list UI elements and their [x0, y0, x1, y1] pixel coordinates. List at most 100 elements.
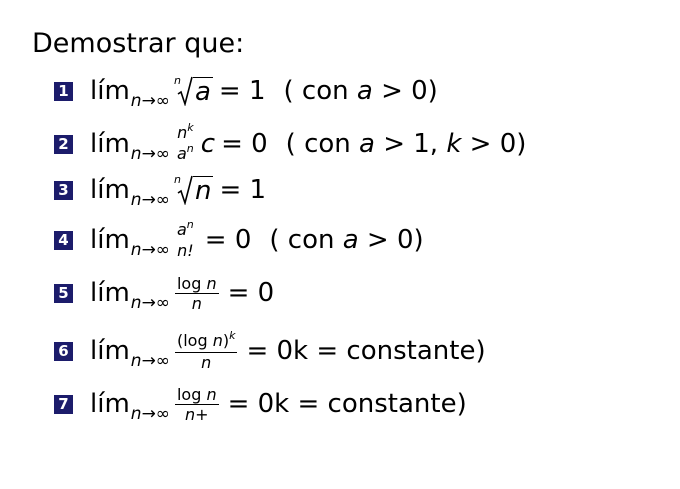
condition-open: ( con [283, 76, 349, 106]
math-expression: lím n→∞ an n! = 0 ( con a > 0) [90, 218, 424, 260]
condition-open: ( con [269, 225, 335, 255]
sub-var: n [130, 293, 142, 313]
sub-arrow: →∞ [141, 293, 170, 313]
fraction-denominator: an [175, 142, 196, 164]
math-expression: lím n→∞ (log n)k n = 0k = constante) [90, 328, 486, 372]
den-exponent: n [186, 142, 194, 155]
lim-text: lím [90, 278, 130, 308]
nth-root: n n [173, 173, 214, 206]
lim-text: lím [90, 336, 130, 366]
condition-var: a [359, 129, 375, 159]
math-expression: lím n→∞ log n n+ = 0k = constante) [90, 384, 467, 425]
limit-subscript: n→∞ [131, 190, 170, 210]
limit-operator: lím n→∞ [90, 129, 170, 164]
list-item-2: 2 lím n→∞ nk an c = 0 ( con a > 1, k > 0… [54, 121, 527, 164]
fraction-denominator: n! [177, 241, 194, 260]
fraction-numerator: log n [174, 384, 219, 405]
equation-rhs: = 1 [218, 76, 266, 106]
num-exponent: n [186, 218, 194, 231]
fraction-numerator: log n [174, 273, 219, 294]
lim-text: lím [90, 175, 130, 205]
fraction: log n n [174, 273, 219, 312]
num-exponent: k [229, 328, 236, 342]
limit-operator: lím n→∞ [90, 225, 170, 260]
fraction-numerator: (log n)k [174, 328, 238, 353]
item-number-badge: 7 [54, 394, 73, 414]
limit-subscript: n→∞ [131, 404, 170, 424]
list-item-3: 3 lím n→∞ n n = 1 [54, 170, 266, 210]
sub-arrow: →∞ [141, 144, 170, 164]
limit-subscript: n→∞ [131, 144, 170, 164]
limit-operator: lím n→∞ [90, 278, 170, 313]
limit-subscript: n→∞ [131, 91, 170, 111]
limit-subscript: n→∞ [131, 293, 170, 313]
math-expression: lím n→∞ n n = 1 [90, 173, 267, 210]
log-text: log [176, 273, 202, 293]
radicand: a [192, 77, 213, 107]
log-open: (log [176, 330, 208, 350]
num-base: a [176, 220, 187, 239]
sub-var: n [130, 144, 142, 164]
fraction: log n n+ [174, 384, 219, 424]
equation-rhs: = 0 [227, 278, 275, 308]
math-expression: lím n→∞ n a = 1 ( con a > 0) [90, 74, 438, 111]
condition-var2: k [446, 129, 462, 159]
limit-operator: lím n→∞ [90, 336, 170, 371]
factor-var: c [200, 129, 216, 159]
lim-text: lím [90, 129, 130, 159]
sub-var: n [130, 404, 142, 424]
item-number-badge: 1 [54, 81, 73, 101]
condition-var: a [342, 225, 359, 255]
sub-var: n [130, 240, 142, 260]
fraction-denominator: n+ [185, 404, 209, 424]
lim-text: lím [90, 389, 130, 419]
fraction-numerator: an [175, 218, 196, 241]
slide: Demostrar que: 1 lím n→∞ n a = 1 ( con a… [0, 0, 680, 489]
list-item-1: 1 lím n→∞ n a = 1 ( con a > 0) [54, 71, 438, 111]
limit-operator: lím n→∞ [90, 175, 170, 210]
fraction: nk an [175, 121, 196, 164]
den-base: a [176, 144, 187, 163]
equation-rhs: = 0k = constante) [227, 389, 467, 419]
sub-var: n [130, 91, 142, 111]
condition-open: ( con [285, 129, 351, 159]
equation-rhs: = 0 [221, 129, 268, 159]
sub-arrow: →∞ [141, 190, 170, 210]
num-base: n [177, 123, 188, 142]
root-index: n [173, 74, 181, 87]
equation-rhs: = 0k = constante) [246, 336, 486, 366]
fraction-numerator: nk [175, 121, 196, 144]
math-expression: lím n→∞ log n n = 0 [90, 273, 275, 314]
num-exponent: k [187, 121, 194, 134]
root-index: n [173, 173, 181, 186]
limit-subscript: n→∞ [131, 240, 170, 260]
equation-rhs: = 1 [219, 175, 267, 205]
list-item-7: 7 lím n→∞ log n n+ = 0k = constante) [54, 384, 467, 424]
sub-arrow: →∞ [141, 351, 170, 371]
num-var: n [206, 384, 217, 404]
list-item-5: 5 lím n→∞ log n n = 0 [54, 273, 274, 313]
lim-text: lím [90, 225, 130, 255]
condition-var: a [356, 76, 373, 106]
equation-rhs: = 0 [204, 225, 252, 255]
limit-operator: lím n→∞ [90, 389, 170, 424]
item-number-badge: 3 [54, 180, 73, 200]
nth-root: n a [173, 74, 213, 107]
math-expression: lím n→∞ nk an c = 0 ( con a > 1, k > 0) [90, 121, 527, 164]
item-number-badge: 4 [54, 230, 73, 250]
condition-mid: > 1, [383, 129, 439, 159]
sub-var: n [130, 351, 142, 371]
slide-title: Demostrar que: [32, 28, 245, 59]
fraction-denominator: n [201, 352, 212, 372]
radicand: n [192, 176, 214, 206]
fraction: (log n)k n [174, 328, 238, 372]
fraction: an n! [175, 218, 196, 260]
condition-rest: > 0) [469, 129, 527, 159]
log-text: log [176, 384, 202, 404]
item-number-badge: 5 [54, 283, 73, 303]
limit-subscript: n→∞ [131, 351, 170, 371]
list-item-6: 6 lím n→∞ (log n)k n = 0k = constante) [54, 328, 486, 372]
condition-rest: > 0) [366, 225, 424, 255]
sub-var: n [130, 190, 142, 210]
list-item-4: 4 lím n→∞ an n! = 0 ( con a > 0) [54, 218, 424, 260]
